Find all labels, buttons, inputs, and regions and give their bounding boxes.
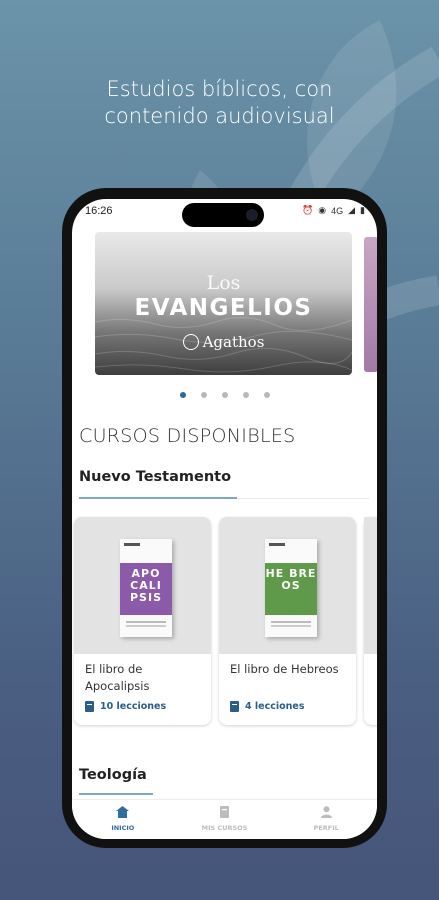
signal-icon: ◢ <box>348 205 356 215</box>
app-screen: 16:26 ⏰ ◉ 4G ◢ ▮ Los EVANGELIOS Agathos <box>72 199 377 839</box>
course-title: El libro de Hebreos <box>230 662 339 676</box>
eye-icon: ◉ <box>318 205 327 215</box>
agathos-logo-icon <box>182 334 199 350</box>
carousel-pagination <box>72 392 377 398</box>
category-underline <box>79 793 153 795</box>
course-lessons: 10 lecciones <box>85 701 166 712</box>
banner-brand: Agathos <box>95 333 352 351</box>
camera-icon <box>246 209 258 221</box>
carousel-dot[interactable] <box>221 392 228 398</box>
category-underline <box>79 497 237 499</box>
carousel-banner[interactable]: Los EVANGELIOS Agathos <box>95 232 352 375</box>
carousel-dot[interactable] <box>179 392 186 398</box>
course-card-next[interactable] <box>364 517 377 725</box>
banner-subtitle: Los <box>206 272 241 294</box>
nav-label: PERFIL <box>313 824 339 832</box>
course-title: El libro de Apocalipsis <box>85 662 150 693</box>
category-tab-teologia[interactable]: Teología <box>79 767 147 783</box>
status-icons: ⏰ ◉ 4G ◢ ▮ <box>302 205 365 216</box>
section-title: CURSOS DISPONIBLES <box>79 425 296 447</box>
course-card-hebreos[interactable]: HE BRE OS El libro de Hebreos 4 leccione… <box>219 517 356 725</box>
network-type: 4G <box>331 205 344 216</box>
promo-headline: Estudios bíblicos, con contenido audiovi… <box>0 76 439 130</box>
carousel-dot[interactable] <box>200 392 207 398</box>
book-cover-lines <box>271 621 311 623</box>
book-icon <box>220 806 229 818</box>
book-cover-image: HE BRE OS <box>265 539 317 637</box>
home-icon <box>116 806 130 818</box>
bottom-navigation: INICIO MIS CURSOS PERFIL <box>72 799 377 839</box>
nav-item-inicio[interactable]: INICIO <box>72 800 174 839</box>
book-cover-lines <box>126 621 166 623</box>
promo-line-1: Estudios bíblicos, con <box>106 77 333 101</box>
book-cover-title: HE BRE OS <box>265 563 317 615</box>
category-tab-nuevo-testamento[interactable]: Nuevo Testamento <box>79 469 231 485</box>
nav-item-mis-cursos[interactable]: MIS CURSOS <box>174 800 276 839</box>
promo-line-2: contenido audiovisual <box>104 104 335 128</box>
course-card-apocalipsis[interactable]: APO CALI PSIS El libro de Apocalipsis 10… <box>74 517 211 725</box>
status-time: 16:26 <box>85 205 113 217</box>
lessons-icon <box>85 701 94 712</box>
carousel-next-banner[interactable] <box>364 237 377 372</box>
battery-icon: ▮ <box>360 205 365 215</box>
banner-title: EVANGELIOS <box>134 295 313 321</box>
course-lessons: 4 lecciones <box>230 701 305 712</box>
nav-label: INICIO <box>111 824 135 832</box>
carousel-dot[interactable] <box>263 392 270 398</box>
dynamic-island <box>182 203 264 227</box>
book-cover-title: APO CALI PSIS <box>120 563 172 615</box>
course-cover: APO CALI PSIS <box>74 517 211 654</box>
alarm-icon: ⏰ <box>302 205 314 215</box>
carousel-dot[interactable] <box>242 392 249 398</box>
nav-label: MIS CURSOS <box>201 824 248 832</box>
user-icon <box>320 806 332 818</box>
book-cover-image: APO CALI PSIS <box>120 539 172 637</box>
course-cover: HE BRE OS <box>219 517 356 654</box>
lessons-icon <box>230 701 239 712</box>
banner-brand-label: Agathos <box>202 333 265 351</box>
nav-item-perfil[interactable]: PERFIL <box>275 800 377 839</box>
book-publisher-mark <box>269 543 285 546</box>
lessons-count: 10 lecciones <box>100 701 167 712</box>
lessons-count: 4 lecciones <box>245 701 305 712</box>
book-publisher-mark <box>124 543 140 546</box>
